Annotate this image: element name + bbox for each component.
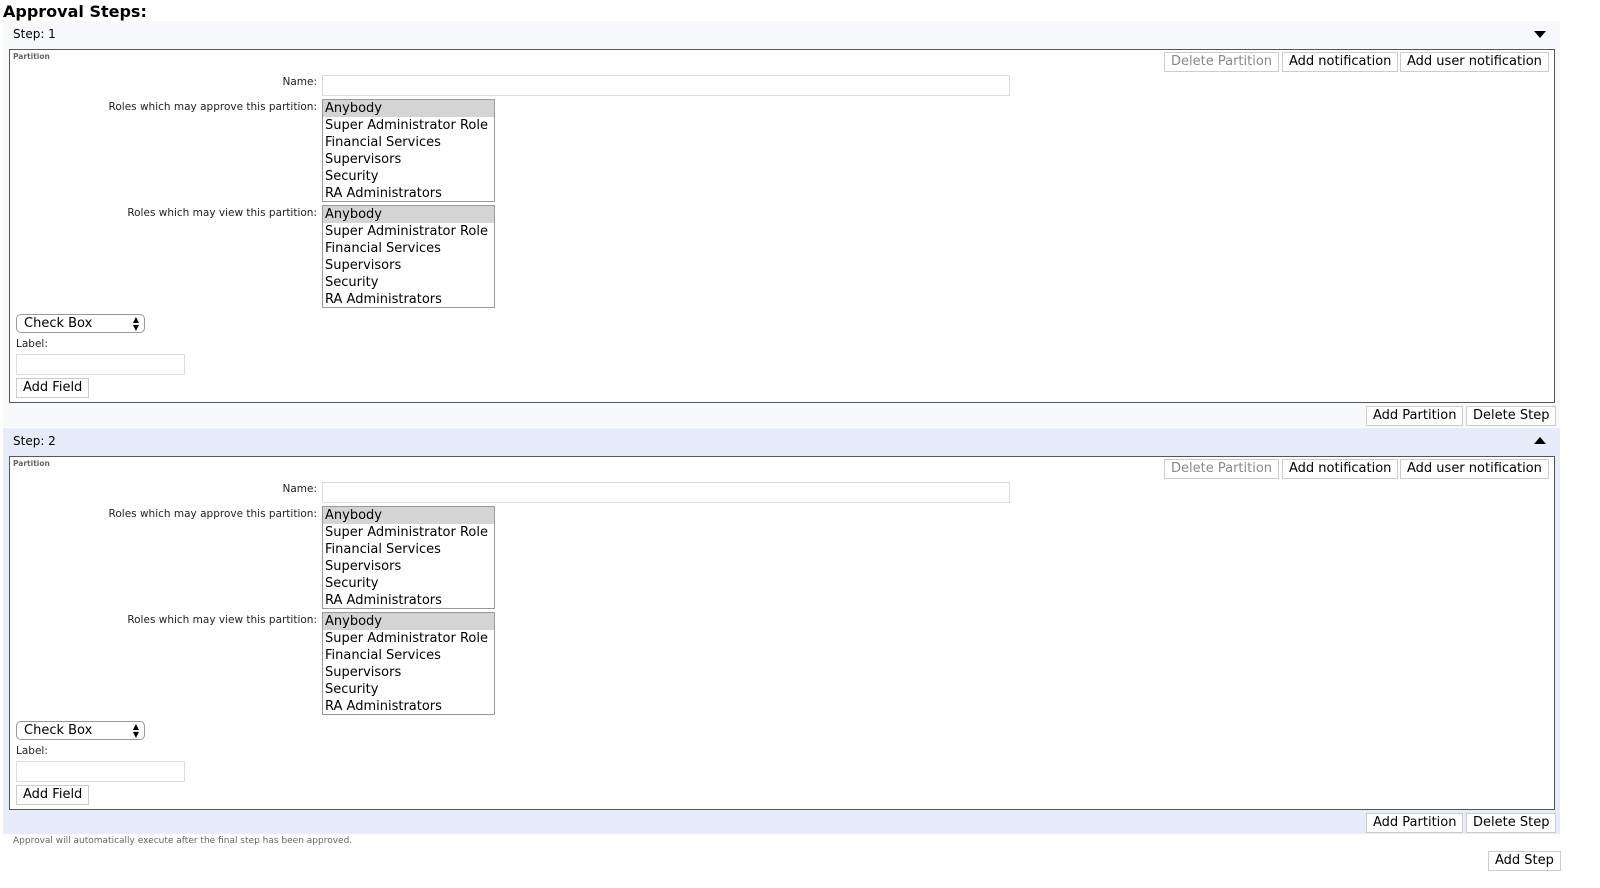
expand-arrow-icon[interactable] (1534, 31, 1546, 38)
partition-fieldset: Partition Delete Partition Add notificat… (9, 456, 1555, 810)
approve-roles-label: Roles which may approve this partition: (108, 101, 317, 113)
add-notification-button[interactable]: Add notification (1282, 459, 1399, 479)
field-type-select[interactable]: Check Box ▲ ▼ (16, 721, 145, 740)
role-option[interactable]: Super Administrator Role (323, 223, 494, 240)
add-field-button[interactable]: Add Field (16, 785, 90, 805)
approve-roles-listbox[interactable]: Anybody Super Administrator Role Financial… (322, 506, 495, 609)
add-partition-button[interactable]: Add Partition (1366, 406, 1464, 426)
label-input[interactable] (16, 761, 185, 782)
role-option[interactable]: Security (323, 575, 494, 592)
view-roles-listbox[interactable]: Anybody Super Administrator Role Financial… (322, 205, 495, 308)
add-user-notification-button[interactable]: Add user notification (1400, 459, 1549, 479)
page-title: Approval Steps: (3, 2, 147, 21)
collapse-arrow-icon[interactable] (1534, 437, 1546, 444)
role-option[interactable]: Security (323, 168, 494, 185)
view-roles-listbox[interactable]: Anybody Super Administrator Role Financial… (322, 612, 495, 715)
add-step-button[interactable]: Add Step (1488, 851, 1561, 871)
role-option[interactable]: Anybody (323, 100, 494, 117)
select-arrows-icon: ▲ ▼ (132, 722, 139, 739)
delete-partition-button[interactable]: Delete Partition (1164, 459, 1280, 479)
add-field-button[interactable]: Add Field (16, 378, 90, 398)
add-user-notification-button[interactable]: Add user notification (1400, 52, 1549, 72)
role-option[interactable]: Anybody (323, 206, 494, 223)
role-option[interactable]: Financial Services (323, 647, 494, 664)
role-option[interactable]: Super Administrator Role (323, 524, 494, 541)
approve-roles-label: Roles which may approve this partition: (108, 508, 317, 520)
step-label: Step: 1 (13, 27, 56, 41)
role-option[interactable]: Supervisors (323, 664, 494, 681)
name-input[interactable] (322, 75, 1010, 96)
role-option[interactable]: RA Administrators (323, 291, 494, 307)
role-option[interactable]: Super Administrator Role (323, 117, 494, 134)
role-option[interactable]: Anybody (323, 613, 494, 630)
role-option[interactable]: Supervisors (323, 257, 494, 274)
approval-step: Step: 1 Partition Delete Partition Add n… (3, 21, 1560, 427)
view-roles-label: Roles which may view this partition: (127, 207, 317, 219)
field-type-select[interactable]: Check Box ▲ ▼ (16, 314, 145, 333)
footer-note: Approval will automatically execute afte… (13, 836, 353, 846)
select-arrows-icon: ▲ ▼ (132, 315, 139, 332)
field-type-value: Check Box (24, 316, 93, 331)
name-label: Name: (282, 483, 317, 495)
partition-fieldset: Partition Delete Partition Add notificat… (9, 49, 1555, 403)
label-label: Label: (16, 745, 48, 757)
field-type-value: Check Box (24, 723, 93, 738)
add-notification-button[interactable]: Add notification (1282, 52, 1399, 72)
delete-step-button[interactable]: Delete Step (1466, 813, 1557, 833)
step-label: Step: 2 (13, 434, 56, 448)
delete-step-button[interactable]: Delete Step (1466, 406, 1557, 426)
label-input[interactable] (16, 354, 185, 375)
approve-roles-listbox[interactable]: Anybody Super Administrator Role Financial… (322, 99, 495, 202)
role-option[interactable]: Super Administrator Role (323, 630, 494, 647)
partition-legend: Partition (13, 52, 50, 61)
role-option[interactable]: RA Administrators (323, 698, 494, 714)
view-roles-label: Roles which may view this partition: (127, 614, 317, 626)
add-partition-button[interactable]: Add Partition (1366, 813, 1464, 833)
role-option[interactable]: Security (323, 274, 494, 291)
role-option[interactable]: Financial Services (323, 541, 494, 558)
role-option[interactable]: RA Administrators (323, 185, 494, 201)
role-option[interactable]: Financial Services (323, 240, 494, 257)
role-option[interactable]: Anybody (323, 507, 494, 524)
name-label: Name: (282, 76, 317, 88)
label-label: Label: (16, 338, 48, 350)
role-option[interactable]: Supervisors (323, 558, 494, 575)
delete-partition-button[interactable]: Delete Partition (1164, 52, 1280, 72)
role-option[interactable]: RA Administrators (323, 592, 494, 608)
role-option[interactable]: Financial Services (323, 134, 494, 151)
role-option[interactable]: Security (323, 681, 494, 698)
name-input[interactable] (322, 482, 1010, 503)
role-option[interactable]: Supervisors (323, 151, 494, 168)
partition-legend: Partition (13, 459, 50, 468)
approval-step: Step: 2 Partition Delete Partition Add n… (3, 428, 1560, 834)
